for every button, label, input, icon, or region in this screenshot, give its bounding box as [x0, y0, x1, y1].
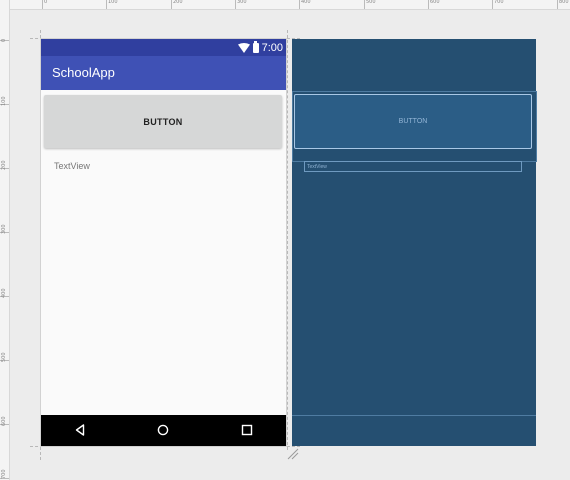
ruler-label: 0 [1, 38, 7, 42]
horizontal-ruler: 0 100 200 300 400 500 600 700 800 [0, 0, 570, 10]
ruler-label: 500 [366, 0, 376, 5]
ruler-label: 100 [1, 96, 7, 106]
ruler-label: 200 [173, 0, 183, 5]
blueprint-textview[interactable]: TextView [304, 161, 522, 172]
ruler-label: 0 [44, 0, 48, 5]
button-widget[interactable]: BUTTON [44, 95, 282, 148]
ruler-label: 300 [237, 0, 247, 5]
battery-icon [252, 41, 259, 53]
blueprint-button[interactable]: BUTTON [294, 94, 532, 149]
guide-line-right [287, 30, 288, 450]
ruler-label: 400 [1, 288, 7, 298]
ruler-tick [492, 0, 493, 9]
resize-handle-icon[interactable] [287, 448, 299, 460]
ruler-label: 600 [430, 0, 440, 5]
ruler-label: 100 [108, 0, 118, 5]
app-bar: SchoolApp [41, 56, 286, 90]
ruler-tick [106, 0, 107, 9]
ruler-tick [428, 0, 429, 9]
ruler-label: 200 [1, 160, 7, 170]
ruler-label: 300 [1, 224, 7, 234]
ruler-label: 600 [1, 416, 7, 426]
status-time: 7:00 [261, 41, 283, 54]
status-icons: 7:00 [237, 39, 283, 56]
ruler-tick [557, 0, 558, 9]
ruler-tick [299, 0, 300, 9]
ruler-tick [42, 0, 43, 9]
design-preview[interactable]: 7:00 SchoolApp BUTTON TextView [41, 39, 286, 446]
ruler-label: 500 [1, 352, 7, 362]
ruler-label: 800 [559, 0, 569, 5]
app-title: SchoolApp [52, 65, 115, 80]
ruler-tick [171, 0, 172, 9]
wifi-icon [237, 42, 250, 53]
ruler-label: 700 [494, 0, 504, 5]
ruler-label: 700 [1, 469, 7, 479]
navigation-bar [41, 415, 286, 446]
recents-icon[interactable] [240, 423, 254, 437]
ruler-label: 400 [301, 0, 311, 5]
vertical-ruler: 0 100 200 300 400 500 600 700 [0, 0, 10, 480]
status-bar: 7:00 [41, 39, 286, 56]
textview-widget[interactable]: TextView [54, 161, 90, 171]
home-icon[interactable] [156, 423, 170, 437]
blueprint-preview[interactable]: BUTTON TextView [292, 39, 537, 446]
ruler-tick [364, 0, 365, 9]
guide-line-bottom [30, 446, 300, 447]
blueprint-navbar-divider [292, 415, 536, 416]
ruler-tick [235, 0, 236, 9]
back-icon[interactable] [73, 423, 87, 437]
